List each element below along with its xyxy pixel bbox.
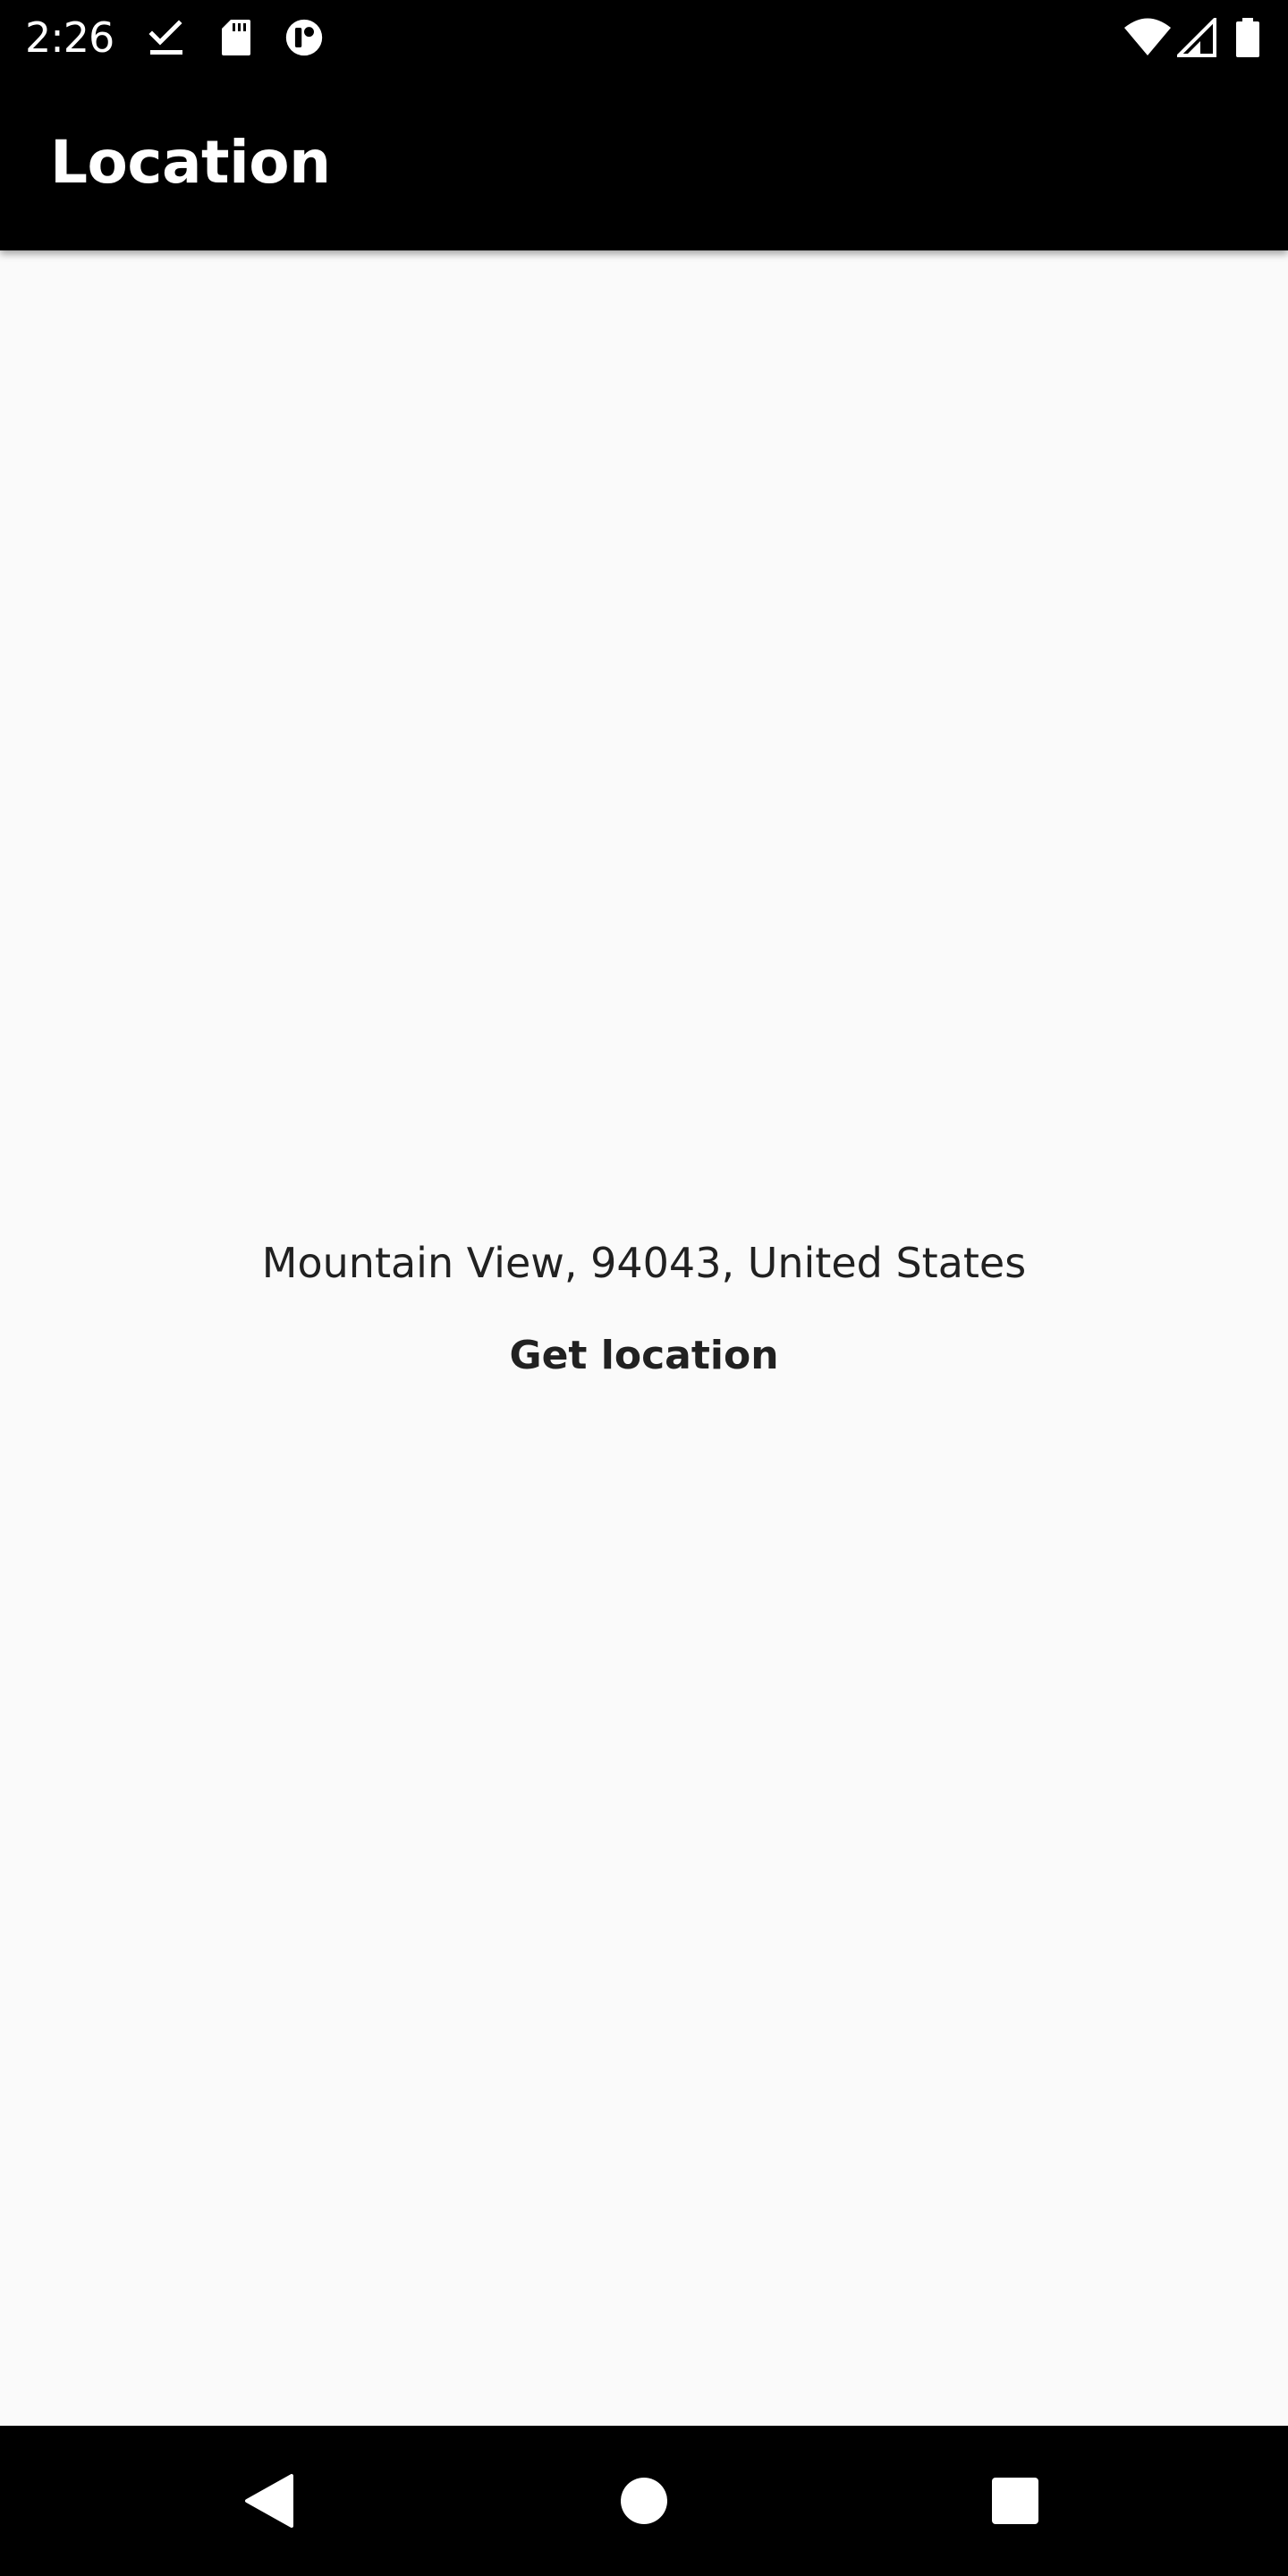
app-notification-icon bbox=[285, 19, 323, 56]
battery-icon bbox=[1236, 18, 1259, 57]
home-icon[interactable] bbox=[599, 2456, 689, 2546]
main-content: Mountain View, 94043, United States Get … bbox=[0, 250, 1288, 2426]
status-bar: 2:26 bbox=[0, 0, 1288, 75]
status-time: 2:26 bbox=[25, 13, 114, 62]
recents-icon[interactable] bbox=[970, 2456, 1060, 2546]
sd-card-icon bbox=[222, 20, 250, 55]
signal-icon bbox=[1177, 18, 1216, 57]
location-address: Mountain View, 94043, United States bbox=[261, 1239, 1027, 1287]
page-title: Location bbox=[50, 128, 331, 197]
get-location-button[interactable]: Get location bbox=[483, 1320, 805, 1392]
wifi-icon bbox=[1124, 18, 1171, 55]
app-bar: Location bbox=[0, 75, 1288, 250]
download-done-icon bbox=[148, 20, 182, 55]
navigation-bar bbox=[0, 2426, 1288, 2576]
back-icon[interactable] bbox=[224, 2456, 313, 2546]
